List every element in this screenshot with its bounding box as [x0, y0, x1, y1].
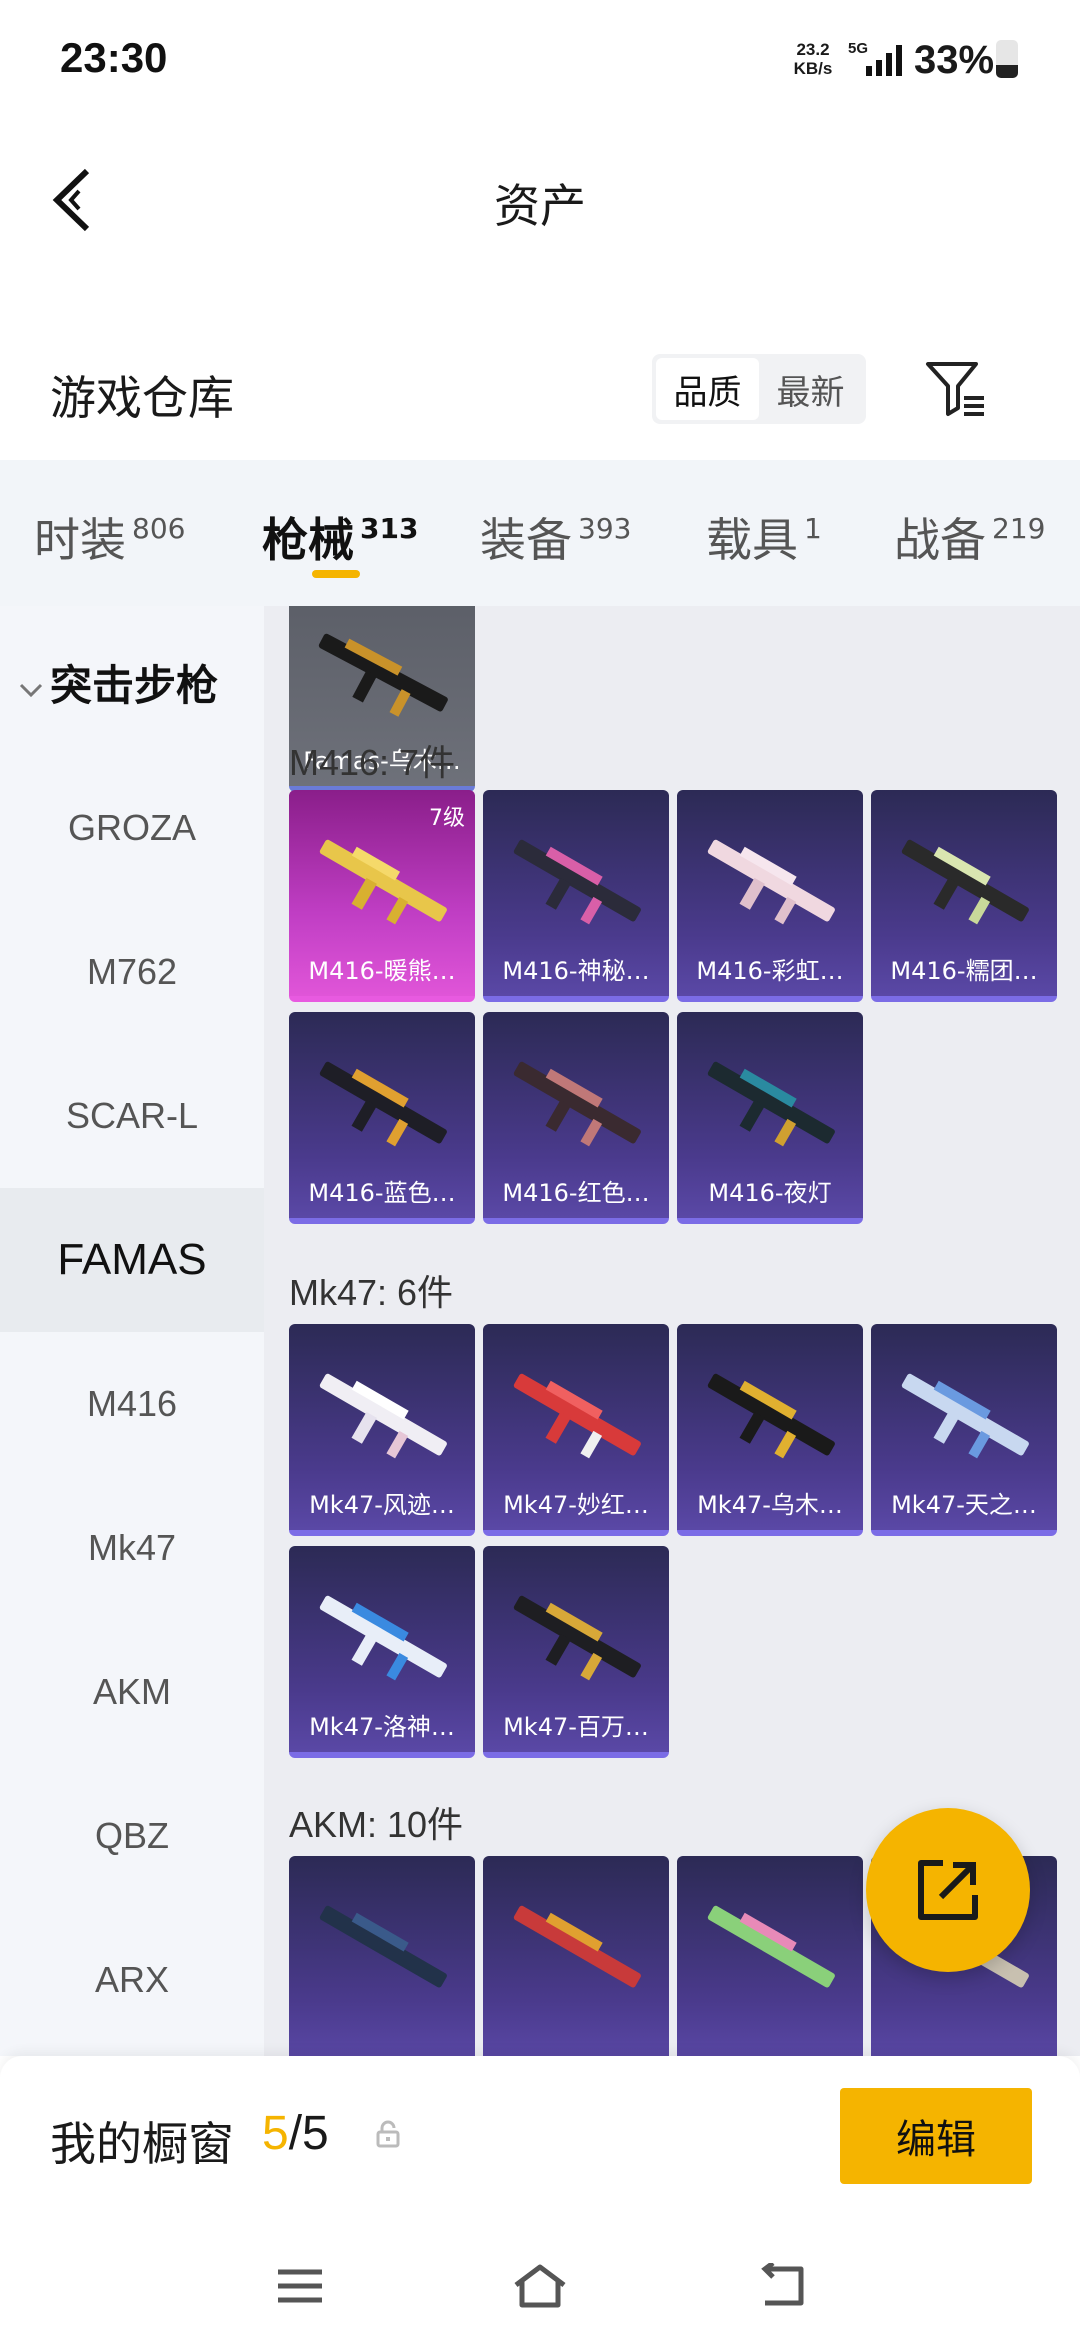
section-title-akm: AKM: 10件 — [289, 1804, 464, 1845]
sidebar-group-assault-rifles[interactable]: 突击步枪 — [18, 652, 218, 713]
sidebar-item-m416[interactable]: M416 — [0, 1332, 264, 1476]
showcase-bar: 我的橱窗 5/5 编辑 — [0, 2056, 1080, 2224]
weapon-card[interactable]: M416-红色… — [483, 1012, 669, 1224]
nav-back-button[interactable] — [740, 2256, 820, 2316]
rifle-icon — [319, 839, 447, 925]
tab-equipment[interactable]: 装备 393 — [480, 504, 631, 570]
rifle-icon — [318, 633, 448, 717]
lock-icon — [376, 2120, 400, 2148]
weapon-card[interactable]: M416-夜灯 — [677, 1012, 863, 1224]
rifle-icon — [319, 1905, 447, 1988]
sidebar-item-akm[interactable]: AKM — [0, 1620, 264, 1764]
rifle-icon — [319, 1061, 447, 1147]
tab-guns[interactable]: 枪械 313 — [262, 504, 418, 570]
warehouse-title: 游戏仓库 — [50, 371, 234, 425]
menu-icon — [278, 2269, 322, 2303]
weapon-card[interactable]: M416-彩虹… — [677, 790, 863, 1002]
weapon-card[interactable] — [483, 1856, 669, 2056]
sidebar-item-arx[interactable]: ARX — [0, 1908, 264, 2052]
signal-icon — [866, 45, 902, 76]
rifle-icon — [707, 1061, 835, 1147]
battery-icon — [996, 40, 1018, 78]
section-title-mk47: Mk47: 6件 — [289, 1272, 454, 1313]
rifle-icon — [707, 839, 835, 925]
rifle-icon — [513, 1061, 641, 1147]
clock: 23:30 — [60, 34, 168, 81]
back-icon — [761, 2263, 804, 2306]
section-title-m416: M416: 7件 — [289, 742, 456, 783]
rifle-icon — [707, 1373, 835, 1459]
sort-quality[interactable]: 品质 — [656, 358, 759, 420]
sort-newest[interactable]: 最新 — [759, 358, 862, 420]
tab-vehicles[interactable]: 载具 1 — [706, 504, 822, 570]
weapon-card[interactable] — [289, 1856, 475, 2056]
home-icon — [514, 2264, 566, 2308]
tab-fashion[interactable]: 时装 806 — [34, 504, 185, 570]
sidebar-item-mk47[interactable]: Mk47 — [0, 1476, 264, 1620]
rifle-icon — [901, 1373, 1029, 1459]
weapon-card[interactable]: M416-糯团… — [871, 790, 1057, 1002]
showcase-title: 我的橱窗 — [50, 2117, 234, 2171]
weapon-card[interactable]: Mk47-天之… — [871, 1324, 1057, 1536]
status-bar: 23:30 23.2 KB/s 5G 33% — [0, 0, 1080, 120]
sidebar-item-scar-l[interactable]: SCAR-L — [0, 1044, 264, 1188]
rifle-icon — [513, 1373, 641, 1459]
weapon-card[interactable]: Mk47-百万… — [483, 1546, 669, 1758]
weapon-sidebar: 突击步枪 GROZA M762 SCAR-L FAMAS M416 Mk47 A… — [0, 606, 264, 2056]
nav-menu-button[interactable] — [260, 2256, 340, 2316]
weapon-card[interactable]: M416-神秘… — [483, 790, 669, 1002]
sidebar-item-m762[interactable]: M762 — [0, 900, 264, 1044]
share-export-icon — [918, 1860, 978, 1920]
weapon-card[interactable]: Mk47-洛神… — [289, 1546, 475, 1758]
weapon-card[interactable]: Mk47-乌木… — [677, 1324, 863, 1536]
rifle-icon — [513, 839, 641, 925]
weapon-card[interactable]: Mk47-风迹… — [289, 1324, 475, 1536]
weapon-card[interactable]: M416-蓝色… — [289, 1012, 475, 1224]
chevron-down-icon — [19, 683, 43, 698]
category-tabs: 时装 806 枪械 313 装备 393 载具 1 战备 219 — [0, 460, 1080, 606]
weapon-card[interactable]: 7级 M416-暖熊… — [289, 790, 475, 1002]
system-nav-bar — [0, 2224, 1080, 2344]
showcase-count: 5/5 — [262, 2107, 329, 2160]
net-speed: 23.2 KB/s — [793, 40, 833, 78]
rifle-icon — [513, 1595, 641, 1681]
rifle-icon — [319, 1373, 447, 1459]
weapon-card[interactable]: Mk47-妙红… — [483, 1324, 669, 1536]
share-button[interactable] — [866, 1808, 1030, 1972]
active-tab-indicator — [312, 570, 360, 578]
weapon-card[interactable] — [677, 1856, 863, 2056]
app-header: 资产 — [0, 140, 1080, 260]
page-title: 资产 — [494, 180, 586, 232]
sidebar-item-qbz[interactable]: QBZ — [0, 1764, 264, 1908]
rifle-icon — [901, 839, 1029, 925]
filter-icon — [926, 362, 984, 416]
filter-button[interactable] — [920, 352, 992, 424]
nav-home-button[interactable] — [500, 2256, 580, 2316]
tab-supplies[interactable]: 战备 219 — [894, 504, 1045, 570]
rifle-icon — [707, 1905, 835, 1988]
battery-percent: 33% — [914, 38, 995, 82]
rifle-icon — [513, 1905, 641, 1988]
sidebar-item-famas[interactable]: FAMAS — [0, 1188, 264, 1332]
sort-toggle: 品质 最新 — [652, 354, 866, 424]
sidebar-item-groza[interactable]: GROZA — [0, 756, 264, 900]
edit-button[interactable]: 编辑 — [840, 2088, 1032, 2184]
rifle-icon — [319, 1595, 447, 1681]
